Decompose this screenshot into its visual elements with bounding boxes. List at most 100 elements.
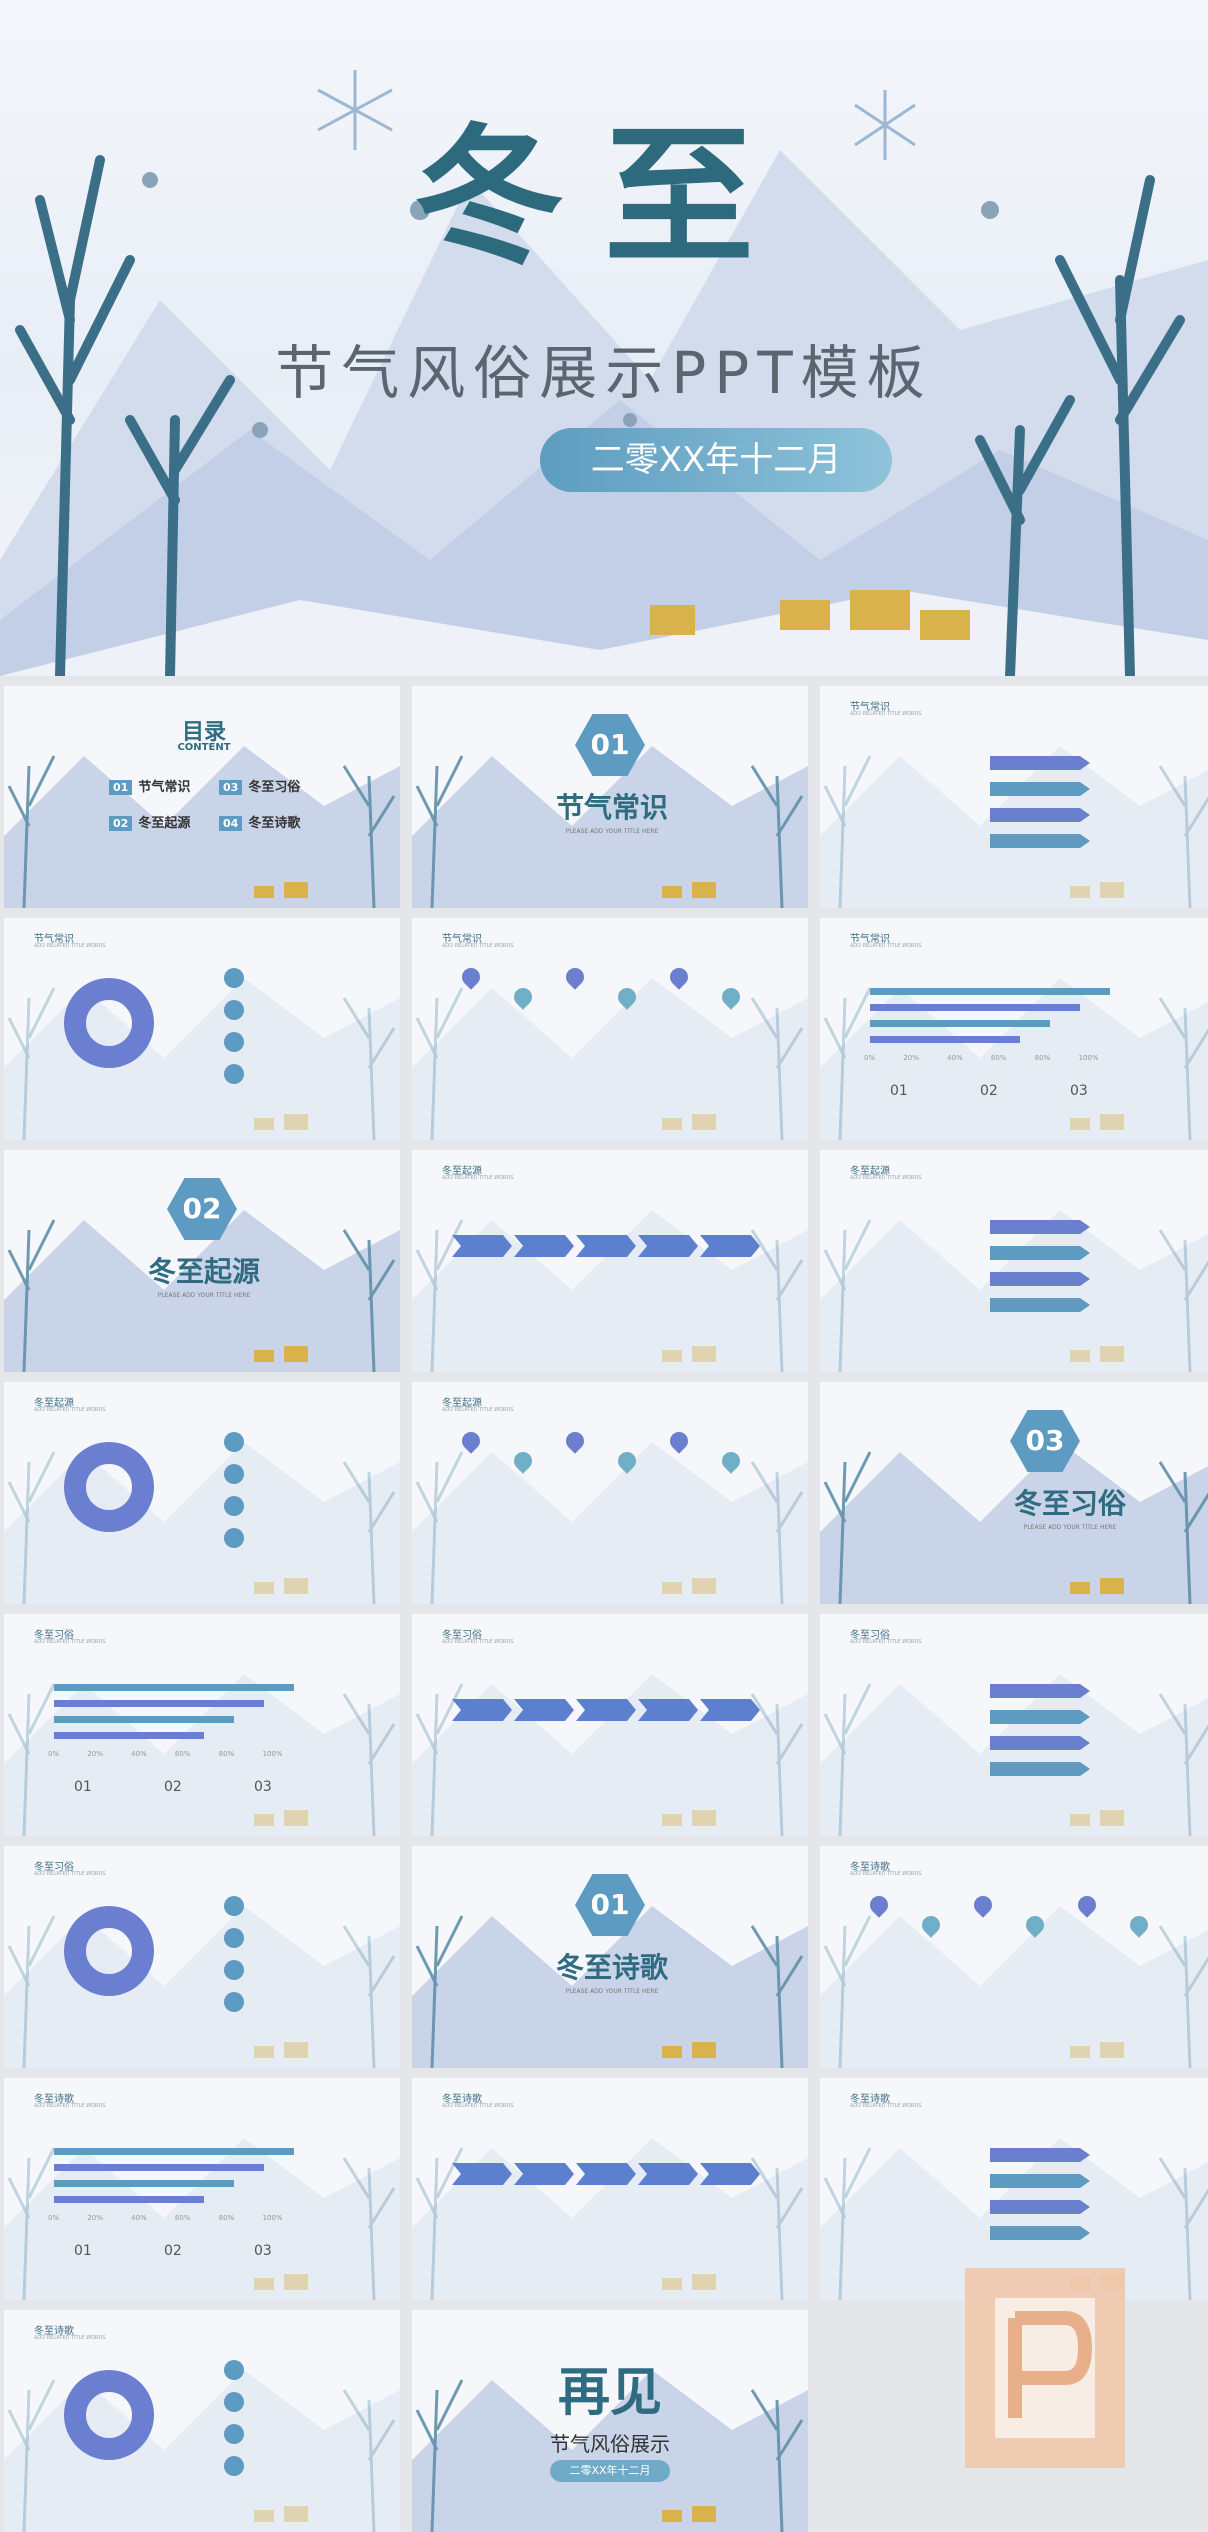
step-chevron bbox=[700, 1235, 760, 1257]
slide-header-caption: ADD RELATED TITLE WORDS bbox=[850, 1175, 922, 1181]
logo-watermark bbox=[965, 2268, 1125, 2468]
section-title: 冬至诗歌 bbox=[555, 1951, 668, 1984]
hero-title: 冬至 bbox=[413, 109, 794, 285]
progress-bar bbox=[54, 2148, 294, 2155]
slide-header-caption: ADD RELATED TITLE WORDS bbox=[34, 2335, 106, 2341]
slide-header-caption: ADD RELATED TITLE WORDS bbox=[850, 943, 922, 949]
slide-thumbnail[interactable]: 节气常识 ADD RELATED TITLE WORDS bbox=[4, 918, 400, 1140]
arrow-bar bbox=[990, 1246, 1090, 1260]
slide-thumbnail[interactable]: 节气常识 ADD RELATED TITLE WORDS bbox=[820, 686, 1208, 908]
progress-bar bbox=[870, 1020, 1050, 1027]
slide-thumbnail[interactable]: 01 节气常识 PLEASE ADD YOUR TITLE HERE bbox=[412, 686, 808, 908]
icon-dot bbox=[224, 2360, 244, 2380]
slide-thumbnail[interactable]: 目录 CONTENT 01 节气常识 03 冬至习俗 02 冬至起源 04 冬至诗歌 bbox=[4, 686, 400, 908]
slide-thumbnail[interactable]: 冬至诗歌 ADD RELATED TITLE WORDS bbox=[820, 1846, 1208, 2068]
donut-chart bbox=[64, 1442, 154, 1532]
toc-item[interactable]: 03 冬至习俗 bbox=[219, 776, 300, 795]
icon-dot bbox=[224, 1464, 244, 1484]
step-chevron bbox=[576, 1699, 636, 1721]
arrow-bar bbox=[990, 2226, 1090, 2240]
slide-header-caption: ADD RELATED TITLE WORDS bbox=[850, 1871, 922, 1877]
slide-background bbox=[820, 1210, 1208, 1372]
arrow-bar bbox=[990, 756, 1090, 770]
slide-header-caption: ADD RELATED TITLE WORDS bbox=[442, 943, 514, 949]
end-title: 再见 bbox=[557, 2363, 662, 2423]
slide-thumbnail[interactable]: 冬至习俗 ADD RELATED TITLE WORDS bbox=[820, 1614, 1208, 1836]
slide-background bbox=[4, 1906, 400, 2068]
slide-thumbnail[interactable]: 冬至诗歌 ADD RELATED TITLE WORDS bbox=[4, 2310, 400, 2532]
icon-dot bbox=[224, 1000, 244, 1020]
progress-bar bbox=[870, 1004, 1080, 1011]
progress-number: 01 bbox=[74, 2243, 92, 2259]
donut-chart bbox=[64, 978, 154, 1068]
step-chevron bbox=[638, 1699, 698, 1721]
slide-thumbnail[interactable]: 冬至起源 ADD RELATED TITLE WORDS bbox=[820, 1150, 1208, 1372]
slide-header-caption: ADD RELATED TITLE WORDS bbox=[850, 711, 922, 717]
slide-background bbox=[412, 2138, 808, 2300]
icon-dot bbox=[224, 1032, 244, 1052]
progress-bar bbox=[54, 2164, 264, 2171]
slide-header-caption: ADD RELATED TITLE WORDS bbox=[850, 2103, 922, 2109]
section-caption: PLEASE ADD YOUR TITLE HERE bbox=[157, 1292, 251, 1299]
step-chevron bbox=[452, 1699, 512, 1721]
donut-chart bbox=[64, 2370, 154, 2460]
hero-date-pill: 二零XX年十二月 bbox=[540, 428, 892, 492]
arrow-bar bbox=[990, 1710, 1090, 1724]
slide-thumbnail[interactable]: 冬至起源 ADD RELATED TITLE WORDS bbox=[4, 1382, 400, 1604]
slide-header-caption: ADD RELATED TITLE WORDS bbox=[34, 1639, 106, 1645]
slide-thumbnail[interactable]: 冬至诗歌 ADD RELATED TITLE WORDS bbox=[412, 2078, 808, 2300]
step-chevron bbox=[452, 1235, 512, 1257]
slide-background bbox=[4, 2138, 400, 2300]
arrow-bar bbox=[990, 1736, 1090, 1750]
slide-thumbnail[interactable]: 01 冬至诗歌 PLEASE ADD YOUR TITLE HERE bbox=[412, 1846, 808, 2068]
slide-thumbnail[interactable]: 冬至习俗 ADD RELATED TITLE WORDS bbox=[4, 1846, 400, 2068]
arrow-bar bbox=[990, 2174, 1090, 2188]
slide-background bbox=[4, 2370, 400, 2532]
slide-background bbox=[412, 978, 808, 1140]
slide-thumbnail[interactable]: 冬至习俗 ADD RELATED TITLE WORDS bbox=[412, 1614, 808, 1836]
progress-number: 02 bbox=[164, 1779, 182, 1795]
end-subtitle: 节气风俗展示 bbox=[550, 2432, 670, 2456]
toc-item[interactable]: 01 节气常识 bbox=[109, 776, 190, 795]
toc-item[interactable]: 04 冬至诗歌 bbox=[219, 812, 300, 831]
step-chevron bbox=[514, 1235, 574, 1257]
icon-dot bbox=[224, 2456, 244, 2476]
slide-thumbnail[interactable]: 冬至诗歌 ADD RELATED TITLE WORDS 0% 20% 40% … bbox=[4, 2078, 400, 2300]
step-chevron bbox=[576, 2163, 636, 2185]
slide-thumbnail[interactable]: 再见 节气风俗展示 二零XX年十二月 bbox=[412, 2310, 808, 2532]
icon-dot bbox=[224, 1960, 244, 1980]
slide-thumbnail[interactable]: 冬至起源 ADD RELATED TITLE WORDS bbox=[412, 1150, 808, 1372]
step-chevron bbox=[638, 1235, 698, 1257]
slide-background bbox=[820, 746, 1208, 908]
slide-background bbox=[4, 978, 400, 1140]
progress-bar bbox=[54, 1684, 294, 1691]
progress-number: 01 bbox=[890, 1083, 908, 1099]
slide-background bbox=[820, 1906, 1208, 2068]
arrow-bar bbox=[990, 782, 1090, 796]
progress-bar bbox=[54, 2196, 204, 2203]
slide-background bbox=[820, 978, 1208, 1140]
donut-chart bbox=[64, 1906, 154, 1996]
slide-thumbnail[interactable]: 冬至习俗 ADD RELATED TITLE WORDS 0% 20% 40% … bbox=[4, 1614, 400, 1836]
slide-thumbnail[interactable]: 03 冬至习俗 PLEASE ADD YOUR TITLE HERE bbox=[820, 1382, 1208, 1604]
arrow-bar bbox=[990, 1220, 1090, 1234]
slide-thumbnail[interactable]: 02 冬至起源 PLEASE ADD YOUR TITLE HERE bbox=[4, 1150, 400, 1372]
step-chevron bbox=[576, 1235, 636, 1257]
section-title: 节气常识 bbox=[555, 791, 668, 824]
slide-background bbox=[4, 1442, 400, 1604]
slide-thumbnail[interactable]: 节气常识 ADD RELATED TITLE WORDS 0% 20% 40% … bbox=[820, 918, 1208, 1140]
section-title: 冬至习俗 bbox=[1013, 1487, 1126, 1520]
progress-bar bbox=[54, 1700, 264, 1707]
progress-number: 03 bbox=[1070, 1083, 1088, 1099]
slide-thumbnail[interactable]: 节气常识 ADD RELATED TITLE WORDS bbox=[412, 918, 808, 1140]
slide-background bbox=[4, 1674, 400, 1836]
progress-number: 02 bbox=[980, 1083, 998, 1099]
icon-dot bbox=[224, 2424, 244, 2444]
toc-item[interactable]: 02 冬至起源 bbox=[109, 812, 190, 831]
section-title: 冬至起源 bbox=[147, 1255, 260, 1288]
step-chevron bbox=[700, 2163, 760, 2185]
icon-dot bbox=[224, 968, 244, 988]
step-chevron bbox=[452, 2163, 512, 2185]
slide-thumbnail[interactable]: 冬至起源 ADD RELATED TITLE WORDS bbox=[412, 1382, 808, 1604]
progress-bar bbox=[870, 988, 1110, 995]
